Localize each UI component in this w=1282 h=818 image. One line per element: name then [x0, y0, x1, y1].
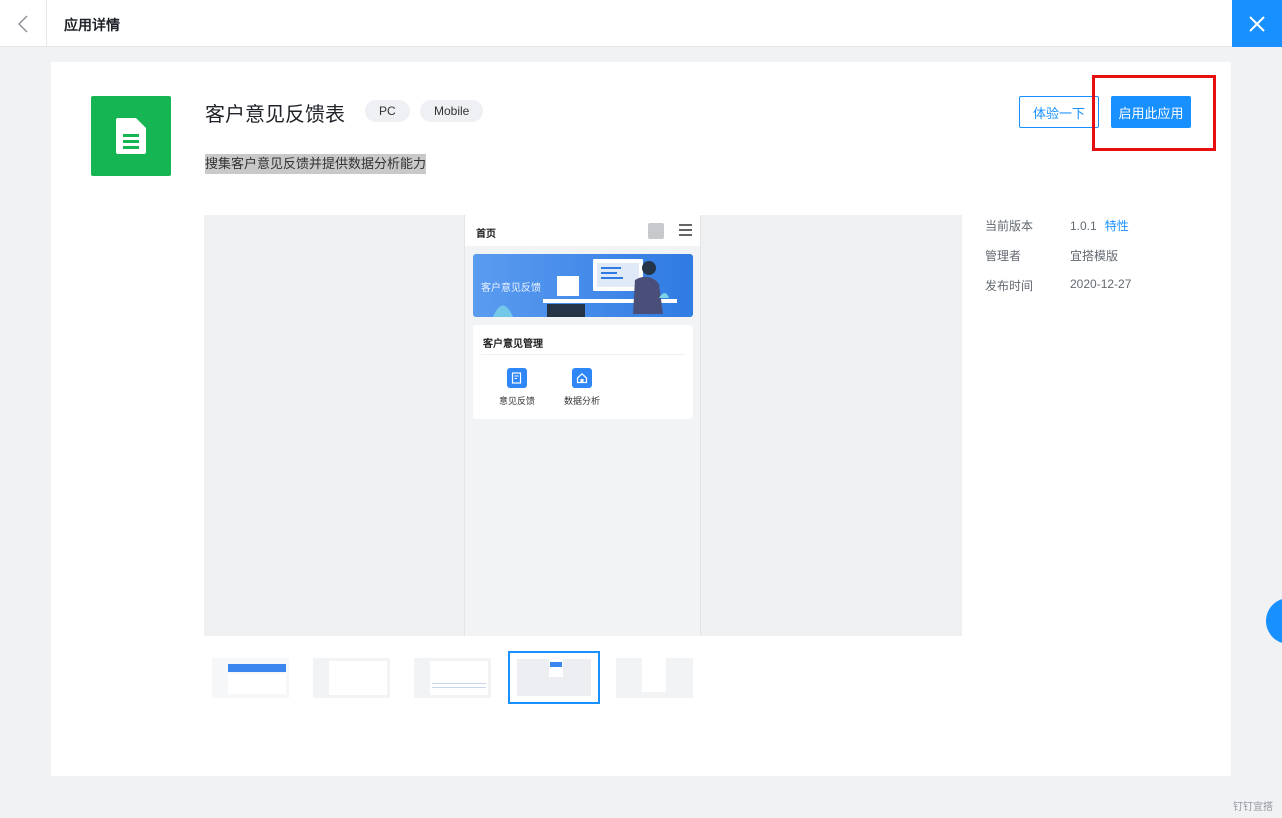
watermark: 钉钉宜搭 [1233, 802, 1273, 813]
version-value-wrap: 1.0.1 特性 [1070, 217, 1129, 234]
feature-feedback: 意见反馈 [492, 368, 542, 407]
phone-header: 首页 [465, 215, 700, 246]
tag-pc: PC [365, 100, 410, 122]
manager-value: 宜搭模版 [1070, 249, 1119, 263]
app-name: 客户意见反馈表 [205, 104, 345, 126]
feature-label: 意见反馈 [498, 396, 535, 406]
banner: 客户意见反馈 [473, 254, 693, 317]
menu-icon [679, 224, 692, 239]
divider [481, 354, 685, 355]
release-value: 2020-12-27 [1070, 277, 1132, 291]
close-button[interactable] [1232, 0, 1282, 47]
features-link[interactable]: 特性 [1105, 219, 1129, 233]
banner-illustration-icon [493, 259, 677, 317]
version-label: 当前版本 [985, 219, 1034, 233]
app-description: 搜集客户意见反馈并提供数据分析能力 [205, 154, 427, 174]
help-float-button[interactable] [1266, 598, 1282, 644]
highlight-annotation [1092, 75, 1216, 151]
thumbnail-1[interactable] [212, 658, 289, 698]
preview-screenshot: 首页 客户意见反馈 客户意见管理 意见反馈 数据分析 [204, 215, 962, 636]
top-bar: 应用详情 [0, 0, 1282, 47]
thumbnail-4-selected[interactable] [508, 651, 600, 704]
thumbnail-3[interactable] [414, 658, 491, 698]
thumbnail-5[interactable] [616, 658, 693, 698]
section-title: 客户意见管理 [483, 339, 543, 350]
feature-analysis: 数据分析 [557, 368, 607, 407]
page-title: 应用详情 [64, 17, 120, 33]
feature-label: 数据分析 [563, 396, 600, 406]
form-icon [507, 368, 527, 388]
back-button[interactable] [0, 0, 47, 47]
phone-title: 首页 [476, 229, 496, 240]
release-label: 发布时间 [985, 279, 1034, 293]
close-icon [1249, 15, 1265, 32]
manager-label: 管理者 [985, 249, 1022, 263]
tag-mobile: Mobile [420, 100, 484, 122]
avatar-icon [648, 223, 664, 239]
document-icon [116, 118, 146, 154]
version-value: 1.0.1 [1070, 219, 1097, 233]
home-icon [572, 368, 592, 388]
thumbnail-2[interactable] [313, 658, 390, 698]
app-detail-card: 客户意见反馈表 PC Mobile 搜集客户意见反馈并提供数据分析能力 体验一下… [51, 62, 1231, 776]
management-section: 客户意见管理 意见反馈 数据分析 [473, 325, 693, 419]
phone-preview: 首页 客户意见反馈 客户意见管理 意见反馈 数据分析 [464, 215, 701, 636]
chevron-left-icon [17, 14, 28, 33]
try-button[interactable]: 体验一下 [1019, 96, 1099, 128]
app-icon [91, 96, 171, 176]
